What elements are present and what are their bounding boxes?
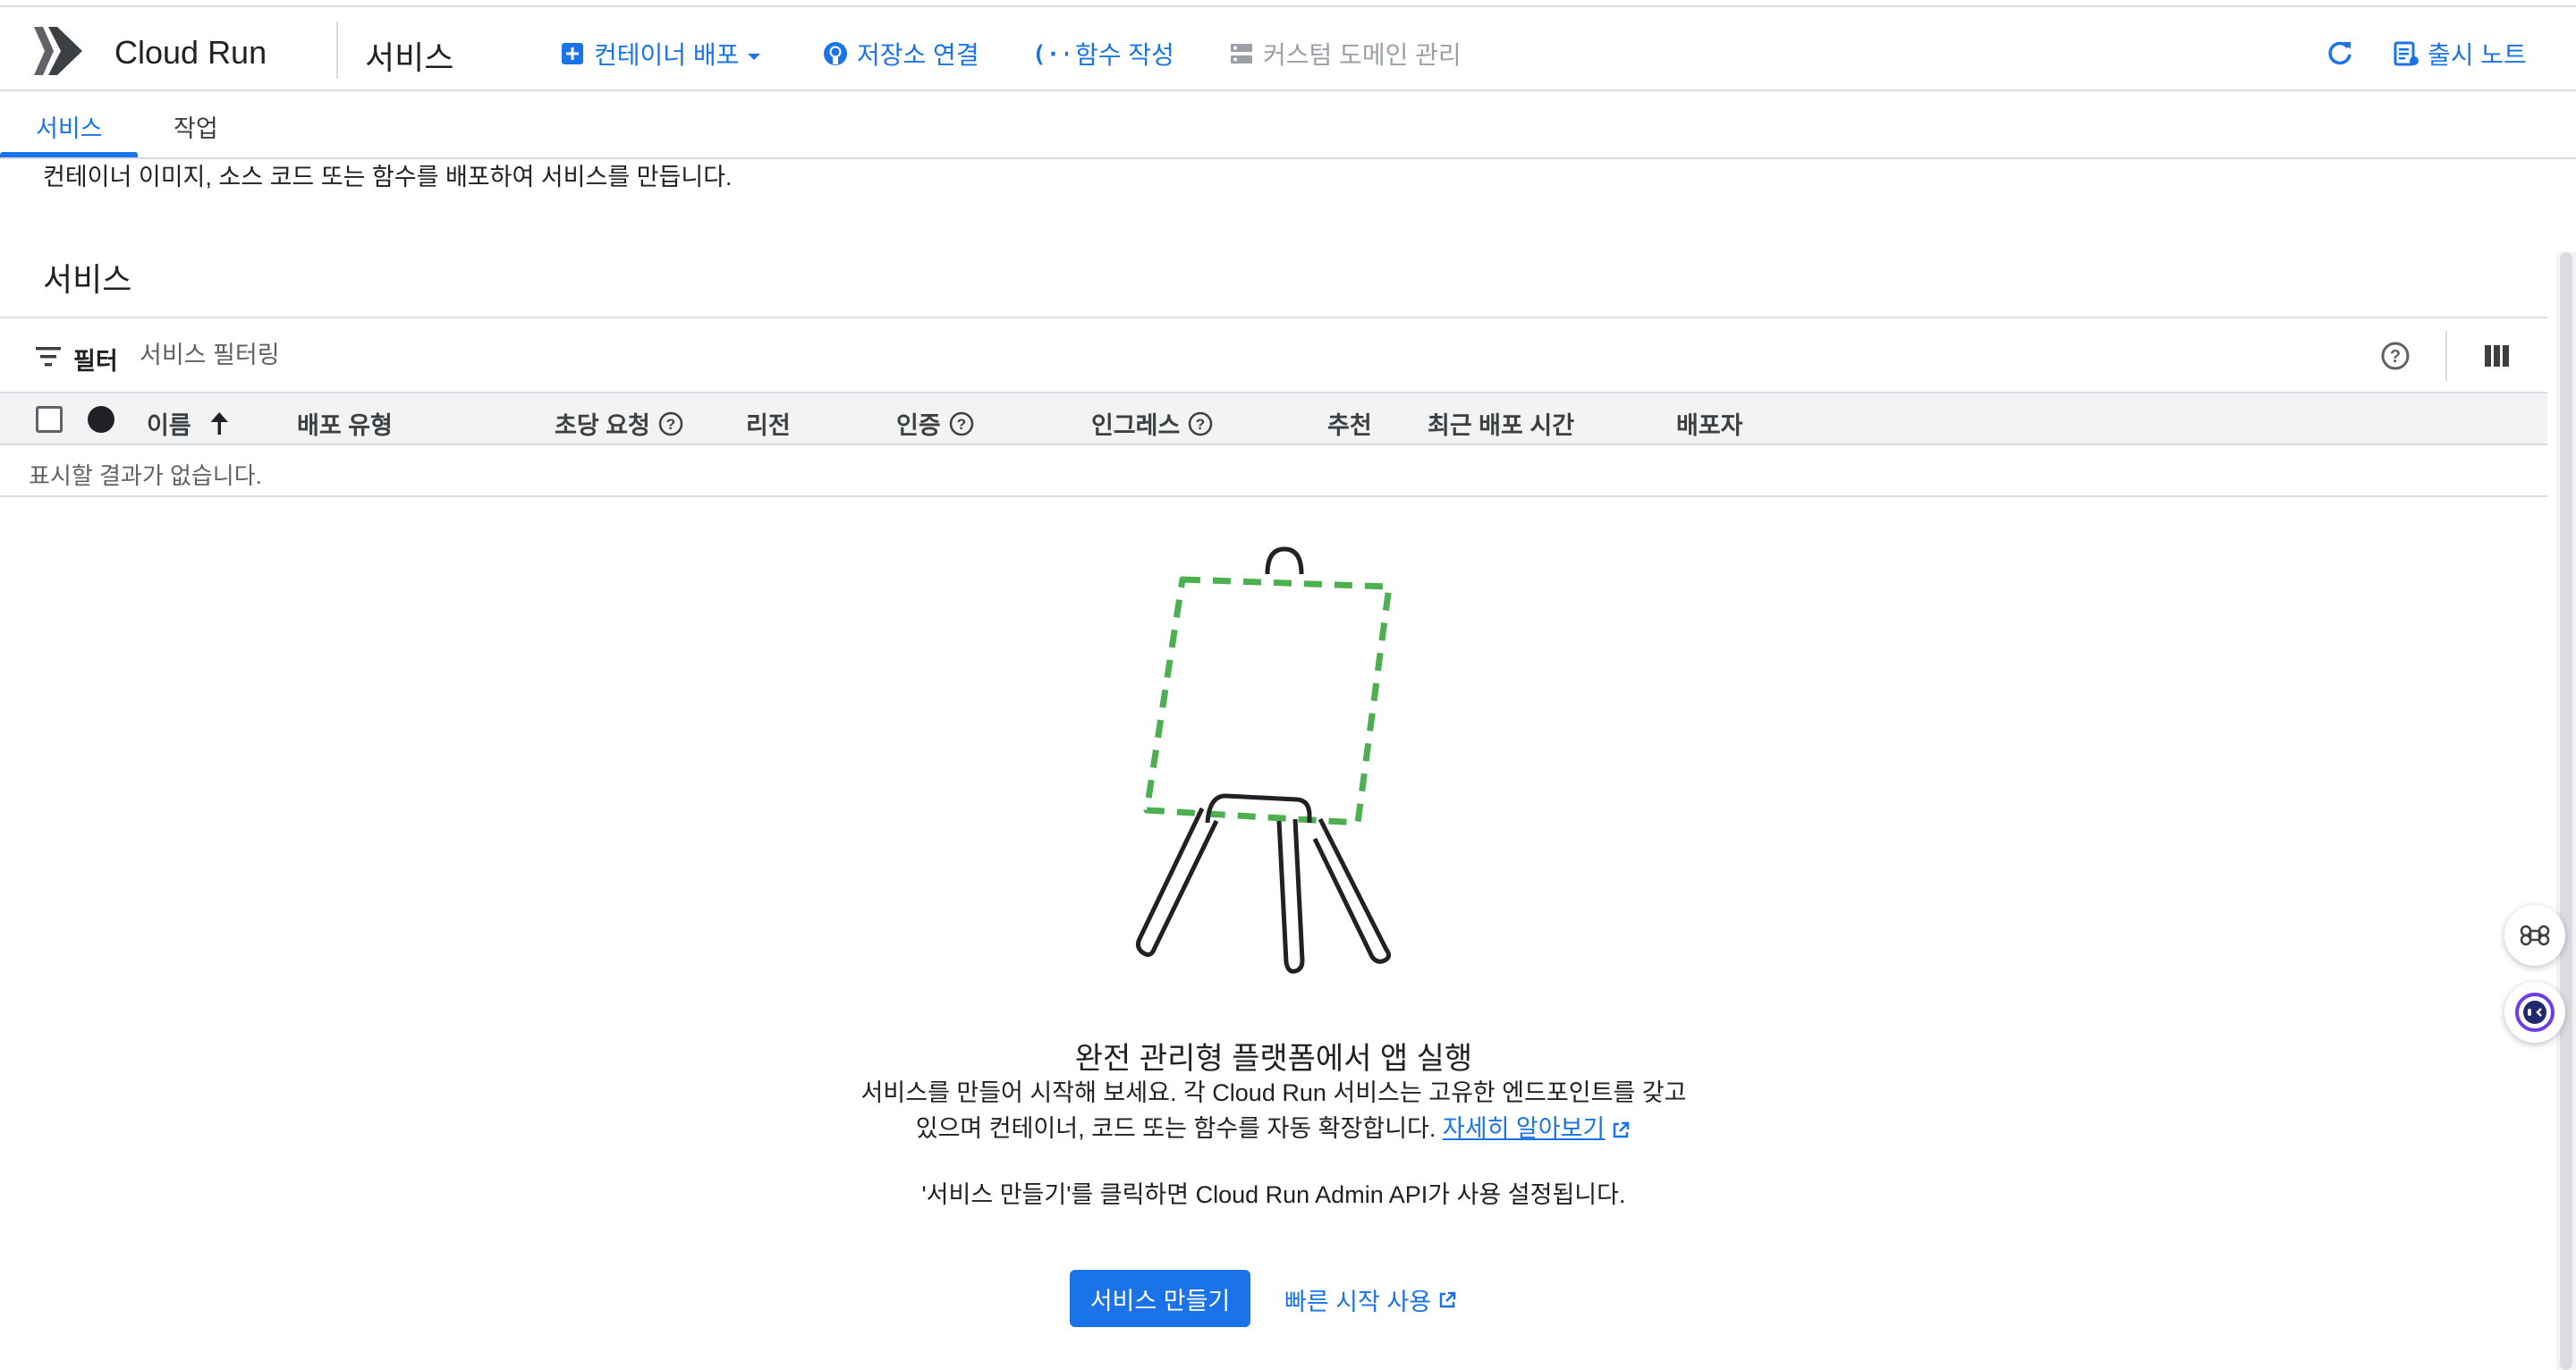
svg-text:?: ? [2390,347,2401,367]
filter-divider [2445,331,2447,381]
top-header: Cloud Run 서비스 컨테이너 배포 저장소 연결 (··) 함수 작성 … [0,5,2576,91]
filter-input[interactable] [140,342,676,369]
column-header-auth[interactable]: 인증 ? [896,406,975,441]
product-name: Cloud Run [114,34,267,71]
column-header-last-deployed[interactable]: 최근 배포 시간 [1428,406,1574,441]
filter-bar: 필터 ? [0,317,2547,393]
empty-state-description: 서비스를 만들어 시작해 보세요. 각 Cloud Run 서비스는 고유한 엔… [826,1075,1721,1146]
empty-state-description-line1: 서비스를 만들어 시작해 보세요. 각 Cloud Run 서비스는 고유한 엔… [860,1079,1687,1106]
add-box-icon [558,39,587,68]
filter-label: 필터 [73,348,118,375]
assistant-face-icon [2515,993,2555,1032]
open-in-new-icon [1439,1291,1456,1307]
empty-state-description-line2-wrap: 있으며 컨테이너, 코드 또는 함수를 자동 확장합니다. 자세히 알아보기 [826,1111,1721,1146]
connect-repo-label: 저장소 연결 [857,41,979,69]
manage-domains-button[interactable]: 커스텀 도메인 관리 [1227,36,1462,72]
header-divider [336,21,338,79]
empty-table-message: 표시할 결과가 없습니다. [29,462,262,489]
quickstart-link[interactable]: 빠른 시작 사용 [1284,1282,1458,1317]
column-name-label: 이름 [147,412,191,439]
column-display-icon[interactable] [2481,342,2513,370]
table-header: 이름 배포 유형 초당 요청 ? 리전 인증 ? 인그레스 ? 추천 최근 배포… [0,393,2547,445]
connect-repo-button[interactable]: 저장소 연결 [821,36,979,72]
help-icon[interactable]: ? [657,410,684,437]
intro-text: 컨테이너 이미지, 소스 코드 또는 함수를 배포하여 서비스를 만듭니다. [43,164,733,190]
column-auth-label: 인증 [896,412,941,439]
section-title: 서비스 [43,261,132,298]
refresh-button[interactable] [2322,36,2358,72]
column-header-deployer[interactable]: 배포자 [1676,406,1743,441]
select-all-checkbox[interactable] [36,406,63,433]
tab-bar: 서비스 작업 [0,93,2576,159]
svg-text:?: ? [1196,416,1205,433]
help-icon[interactable]: ? [1187,410,1214,437]
chevron-down-icon [746,39,762,68]
svg-text:?: ? [956,416,965,433]
assistant-button[interactable] [2504,982,2565,1043]
help-icon[interactable]: ? [948,410,975,437]
release-notes-icon [2392,39,2420,68]
manage-domains-label: 커스텀 도메인 관리 [1263,41,1462,69]
write-function-label: 함수 작성 [1075,41,1174,69]
keyboard-shortcut-button[interactable] [2504,905,2565,966]
api-enable-note: '서비스 만들기'를 클릭하면 Cloud Run Admin API가 사용 … [921,1181,1626,1208]
refresh-icon [2328,41,2351,65]
deploy-container-label: 컨테이너 배포 [594,41,740,69]
help-icon[interactable]: ? [2379,340,2411,372]
tab-services[interactable]: 서비스 [36,109,103,144]
open-in-new-icon [1614,1121,1630,1138]
column-ingress-label: 인그레스 [1091,412,1181,439]
column-header-region[interactable]: 리전 [746,406,791,441]
column-requests-label: 초당 요청 [555,412,650,439]
empty-state-title: 완전 관리형 플랫폼에서 앱 실행 [1074,1042,1473,1076]
release-notes-label: 출시 노트 [2428,41,2527,69]
write-function-button[interactable]: (··) 함수 작성 [1032,36,1174,72]
cloud-run-logo-icon [34,27,82,75]
command-key-icon [2520,925,2550,946]
status-column-icon [88,406,114,433]
create-service-button[interactable]: 서비스 만들기 [1070,1270,1250,1327]
column-header-name[interactable]: 이름 [147,406,233,441]
quickstart-label: 빠른 시작 사용 [1284,1289,1432,1315]
column-header-deploy-type[interactable]: 배포 유형 [297,406,393,441]
scrollbar-thumb[interactable] [2560,252,2572,1370]
deploy-container-button[interactable]: 컨테이너 배포 [558,36,762,72]
table-empty-row: 표시할 결과가 없습니다. [0,445,2547,497]
release-notes-button[interactable]: 출시 노트 [2392,36,2527,72]
vertical-scrollbar[interactable] [2556,252,2576,1370]
filter-icon [36,347,61,367]
learn-more-link[interactable]: 자세히 알아보기 [1443,1115,1605,1142]
svg-text:(··): (··) [1032,41,1068,67]
dns-icon [1227,39,1256,68]
empty-state-description-line2: 있으며 컨테이너, 코드 또는 함수를 자동 확장합니다. [915,1115,1436,1142]
column-header-recommendation[interactable]: 추천 [1327,406,1372,441]
github-icon [821,39,850,68]
arrow-up-icon [210,411,228,435]
column-header-ingress[interactable]: 인그레스 ? [1091,406,1214,441]
column-header-requests[interactable]: 초당 요청 ? [555,406,684,441]
tab-jobs[interactable]: 작업 [174,109,218,144]
easel-illustration-icon [1135,546,1393,974]
page-title: 서비스 [365,39,454,76]
function-braces-icon: (··) [1032,39,1068,68]
svg-text:?: ? [666,416,675,433]
